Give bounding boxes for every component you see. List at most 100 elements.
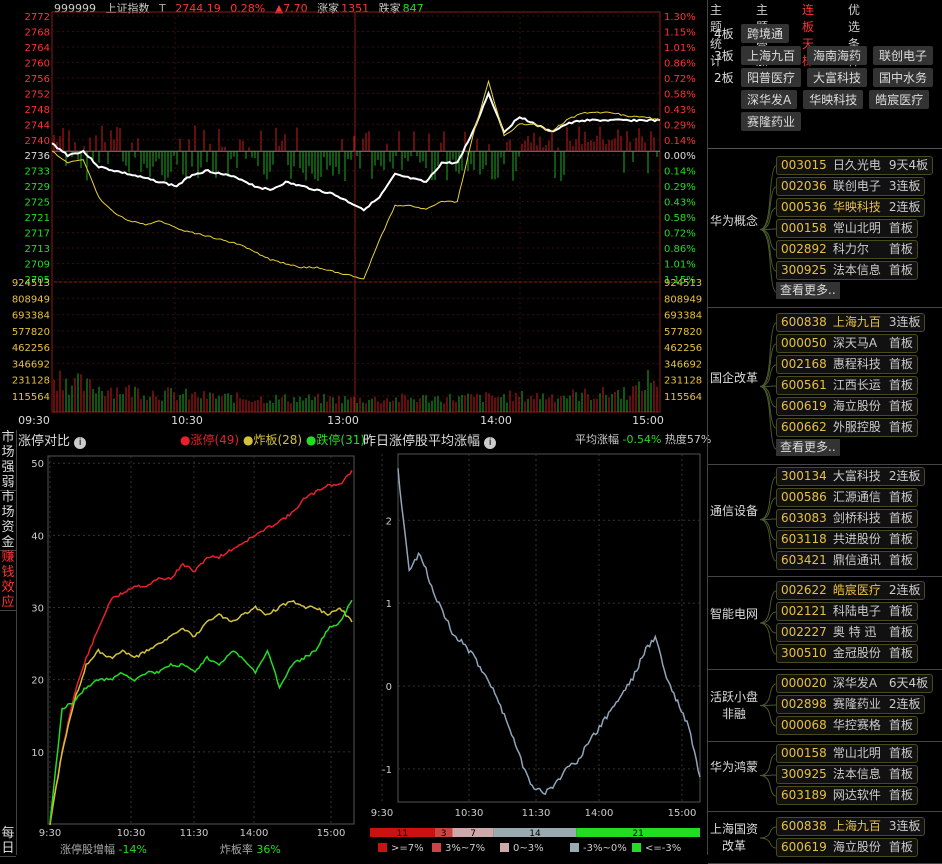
stock-row[interactable]: 603189 网达软件 首板 [776,786,918,807]
stock-board: 3连板 [888,315,921,329]
stock-row[interactable]: 000536 华映科技 2连板 [776,198,933,219]
stock-chip[interactable]: 603421 鼎信通讯 首板 [776,551,918,570]
stock-chip[interactable]: 600662 外服控股 首板 [776,418,918,437]
y-tick-label: 2713 [25,244,50,255]
stock-row[interactable]: 000158 常山北明 首板 [776,219,933,240]
stock-chip[interactable]: 002227 奥 特 迅首板 [776,623,918,642]
x-tick-label: 14:00 [585,808,614,819]
x-tick-label: 10:30 [117,828,146,839]
stock-row[interactable]: 603118 共进股份 首板 [776,530,925,551]
dist-count: 3 [441,829,447,839]
stock-row[interactable]: 002036 联创电子 3连板 [776,177,933,198]
stock-row[interactable]: 600838 上海九百 3连板 [776,817,926,838]
ladder-stock[interactable]: 皓宸医疗 [869,90,930,109]
x-tick-label: 13:00 [327,414,359,427]
ladder-stock[interactable]: 上海九百 [741,46,802,65]
stock-row[interactable]: 600619 海立股份 首板 [776,838,925,859]
stock-row[interactable]: 000158 常山北明 首板 [776,744,918,765]
stock-chip[interactable]: 002898 赛隆药业 2连板 [776,695,926,714]
y-tick-label-pct: 0.14% [664,136,696,147]
stock-chip[interactable]: 002121 科陆电子 首板 [776,602,918,621]
stock-row[interactable]: 002898 赛隆药业 2连板 [776,695,933,716]
stock-chip[interactable]: 000586 汇源通信 首板 [776,488,918,507]
stock-chip[interactable]: 300925 法本信息 首板 [776,765,918,784]
concept-group: 华为概念 003015 日久光电 9天4板 002036 联创电子 3连板 000536 华映科… [708,156,942,308]
stock-row[interactable]: 002622 皓宸医疗 2连板 [776,581,926,602]
stock-row[interactable]: 600662 外服控股 首板 [776,418,925,439]
stock-chip[interactable]: 603189 网达软件 首板 [776,786,918,805]
stock-chip[interactable]: 300510 金冠股份 首板 [776,644,918,663]
stock-chip[interactable]: 002036 联创电子 3连板 [776,177,926,196]
ladder-stock[interactable]: 跨境通 [741,24,790,43]
stock-row[interactable]: 002121 科陆电子 首板 [776,602,925,623]
stock-row[interactable]: 000068 华控赛格 首板 [776,716,933,737]
stock-name: 鼎信通讯 [832,553,881,567]
volume-tick-label: 577820 [12,327,50,338]
stock-chip[interactable]: 003015 日久光电 9天4板 [776,156,934,175]
stock-row[interactable]: 300925 法本信息 首板 [776,765,918,786]
stock-chip[interactable]: 603083 剑桥科技 首板 [776,509,918,528]
ladder-stock[interactable]: 华映科技 [803,90,864,109]
group-bracket [759,476,777,562]
stock-chip[interactable]: 603118 共进股份 首板 [776,530,918,549]
stock-row[interactable]: 600619 海立股份 首板 [776,397,925,418]
ladder-stock[interactable]: 阳普医疗 [741,68,802,87]
stock-chip[interactable]: 600619 海立股份 首板 [776,838,918,857]
stock-row[interactable]: 000020 深华发A 6天4板 [776,674,934,695]
stock-code: 600838 [781,819,827,833]
volume-tick-label-right: 115564 [664,392,702,403]
see-more-button[interactable]: 查看更多.. [776,439,840,456]
stock-row[interactable]: 600561 江西长运 首板 [776,376,925,397]
stock-row[interactable]: 600838 上海九百 3连板 [776,313,926,334]
stock-name: 金冠股份 [832,646,881,660]
stock-chip[interactable]: 000050 深天马A 首板 [776,334,918,353]
stock-chip[interactable]: 002168 惠程科技 首板 [776,355,918,374]
stock-chip[interactable]: 600619 海立股份 首板 [776,397,918,416]
ladder-stock[interactable]: 海南海药 [807,46,868,65]
stock-chip[interactable]: 000536 华映科技 2连板 [776,198,926,217]
stock-name: 汇源通信 [832,490,881,504]
volume-tick-label: 924513 [12,278,50,289]
stock-chip[interactable]: 300134 大富科技 2连板 [776,467,926,486]
ladder-stock[interactable]: 国中水务 [873,68,934,87]
side-tab-profit-effect[interactable]: 赚钱效应 [0,550,16,611]
stock-chip[interactable]: 002892 科力尔 首板 [776,240,918,259]
stock-row[interactable]: 002892 科力尔 首板 [776,240,933,261]
y-tick-label: 2725 [25,198,50,209]
stock-chip[interactable]: 000158 常山北明 首板 [776,219,918,238]
y-tick-label-pct: 0.72% [664,74,696,85]
stock-code: 600619 [781,840,827,854]
stock-row[interactable]: 603083 剑桥科技 首板 [776,509,925,530]
stock-row[interactable]: 603421 鼎信通讯 首板 [776,551,925,572]
ladder-stock[interactable]: 联创电子 [873,46,934,65]
stock-code: 603083 [781,511,827,525]
side-tab-market-funds[interactable]: 市场资金 [0,490,16,551]
stock-chip[interactable]: 000020 深华发A 6天4板 [776,674,934,693]
stock-row[interactable]: 300134 大富科技 2连板 [776,467,926,488]
y-tick-label: 2729 [25,182,50,193]
stock-row[interactable]: 300510 金冠股份 首板 [776,644,925,665]
stock-row[interactable]: 002168 惠程科技 首板 [776,355,925,376]
ladder-stock[interactable]: 赛隆药业 [741,112,802,131]
stock-chip[interactable]: 300925 法本信息 首板 [776,261,918,280]
stock-code: 000586 [781,490,827,504]
see-more-button[interactable]: 查看更多.. [776,282,840,299]
ladder-stock[interactable]: 大富科技 [807,68,868,87]
stock-code: 002036 [781,179,827,193]
stock-chip[interactable]: 600838 上海九百 3连板 [776,313,926,332]
stock-chip[interactable]: 600561 江西长运 首板 [776,376,918,395]
stock-row[interactable]: 002227 奥 特 迅首板 [776,623,925,644]
stock-chip[interactable]: 000068 华控赛格 首板 [776,716,918,735]
concept-items: 002622 皓宸医疗 2连板 002121 科陆电子 首板 002227 奥 特 迅首板 30… [776,581,926,665]
stock-chip[interactable]: 002622 皓宸医疗 2连板 [776,581,926,600]
stock-chip[interactable]: 600838 上海九百 3连板 [776,817,926,836]
stock-row[interactable]: 000050 深天马A 首板 [776,334,925,355]
ladder-stock[interactable]: 深华发A [741,90,798,109]
side-tab-daily[interactable]: 每日 [0,826,16,857]
side-tab-market-strength[interactable]: 市场强弱 [0,430,16,491]
stock-board: 首板 [888,840,913,854]
stock-row[interactable]: 000586 汇源通信 首板 [776,488,925,509]
stock-row[interactable]: 003015 日久光电 9天4板 [776,156,934,177]
stock-chip[interactable]: 000158 常山北明 首板 [776,744,918,763]
stock-row[interactable]: 300925 法本信息 首板 [776,261,933,282]
